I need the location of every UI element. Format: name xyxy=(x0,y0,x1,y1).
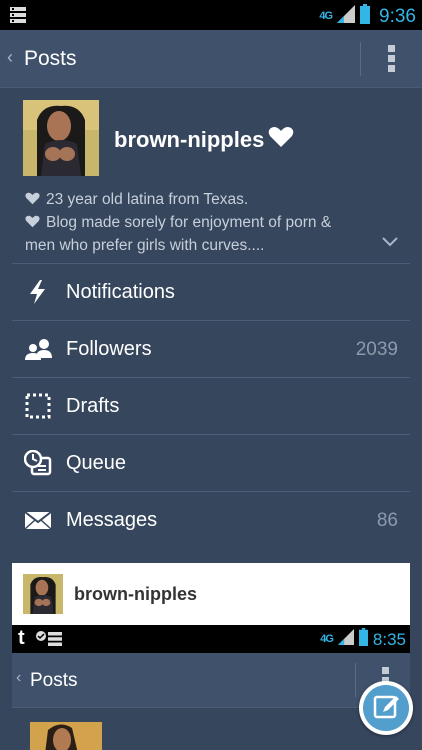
compose-icon xyxy=(363,685,409,731)
avatar[interactable] xyxy=(23,100,99,176)
description-line: Blog made sorely for enjoyment of porn & xyxy=(25,212,385,235)
chevron-left-icon[interactable]: ‹ xyxy=(7,47,13,68)
menu-label: Drafts xyxy=(66,395,120,417)
battery-icon xyxy=(360,4,371,29)
nested-action-bar: ‹ Posts xyxy=(12,653,410,708)
menu-item-drafts[interactable]: Drafts xyxy=(12,377,410,434)
network-type: 4G xyxy=(319,10,333,22)
clock: 8:35 xyxy=(372,629,406,649)
avatar xyxy=(30,722,102,750)
notification-list-icon xyxy=(10,7,26,28)
network-type: 4G xyxy=(320,633,334,645)
blog-name-text: brown-nipples xyxy=(114,127,265,152)
page-title[interactable]: Posts xyxy=(24,47,77,71)
nested-body xyxy=(12,708,410,750)
chevron-down-icon[interactable] xyxy=(382,234,398,252)
envelope-icon xyxy=(24,507,52,533)
nested-status-bar: t 4G 8:35 xyxy=(12,625,410,653)
blog-card[interactable]: brown-nipples xyxy=(12,563,410,625)
clock: 9:36 xyxy=(379,5,416,27)
menu-item-queue[interactable]: Queue xyxy=(12,434,410,491)
avatar xyxy=(23,574,63,614)
blog-description: 23 year old latina from Texas. Blog made… xyxy=(25,189,385,257)
card-blog-name: brown-nipples xyxy=(74,584,197,604)
menu-label: Followers xyxy=(66,338,152,360)
notification-list-icon xyxy=(48,632,62,651)
description-text: Blog made sorely for enjoyment of porn & xyxy=(46,214,332,231)
blog-menu: Notifications Followers 2039 Drafts Queu… xyxy=(12,263,410,548)
menu-item-notifications[interactable]: Notifications xyxy=(12,263,410,320)
blog-name: brown-nipples xyxy=(114,126,294,154)
lightning-icon xyxy=(24,279,52,305)
description-text: 23 year old latina from Texas. xyxy=(46,191,249,208)
heart-icon xyxy=(268,126,294,154)
heart-icon xyxy=(25,190,40,212)
chevron-left-icon: ‹ xyxy=(16,669,22,686)
signal-icon xyxy=(337,5,356,28)
description-text: men who prefer girls with curves.... xyxy=(25,237,265,254)
compose-button[interactable] xyxy=(359,681,413,735)
messages-count: 86 xyxy=(376,510,398,531)
divider xyxy=(355,663,356,697)
signal-icon xyxy=(337,629,354,650)
battery-icon xyxy=(358,628,368,651)
description-line: 23 year old latina from Texas. xyxy=(25,189,385,212)
drafts-icon xyxy=(24,393,52,419)
queue-icon xyxy=(23,449,52,476)
action-bar: ‹ Posts xyxy=(0,30,422,88)
menu-item-followers[interactable]: Followers 2039 xyxy=(12,320,410,377)
heart-icon xyxy=(25,213,40,235)
description-line: men who prefer girls with curves.... xyxy=(25,235,385,257)
overflow-menu-icon[interactable] xyxy=(388,45,396,73)
menu-label: Notifications xyxy=(66,281,175,303)
check-badge-icon xyxy=(36,628,46,646)
divider xyxy=(360,42,361,76)
menu-label: Queue xyxy=(66,452,127,474)
followers-count: 2039 xyxy=(355,339,398,360)
menu-item-messages[interactable]: Messages 86 xyxy=(12,491,410,548)
nested-page-title: Posts xyxy=(30,670,78,691)
menu-label: Messages xyxy=(66,509,158,531)
followers-icon xyxy=(24,336,52,362)
tumblr-notification-icon: t xyxy=(18,627,25,649)
status-bar: 4G 9:36 xyxy=(0,0,422,30)
